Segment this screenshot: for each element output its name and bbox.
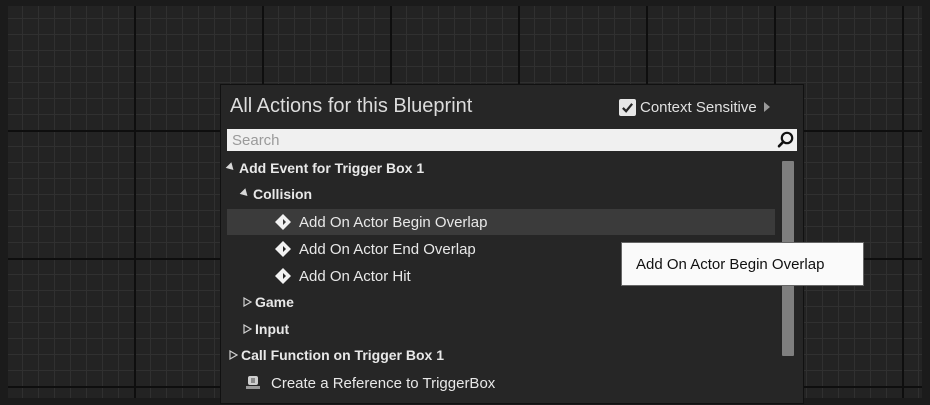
search-placeholder: Search xyxy=(232,131,280,149)
event-diamond-icon xyxy=(275,214,291,230)
expanded-arrow-icon[interactable] xyxy=(239,187,251,199)
check-icon xyxy=(622,102,634,113)
tree-item-label: Add On Actor Begin Overlap xyxy=(299,213,488,231)
collapsed-arrow-icon[interactable] xyxy=(229,350,238,360)
tree-item-label: Create a Reference to TriggerBox xyxy=(271,374,496,392)
tree-category-label: Input xyxy=(255,321,290,337)
tree-group-add-event[interactable]: Add Event for Trigger Box 1 xyxy=(225,155,425,181)
collapsed-arrow-icon[interactable] xyxy=(243,324,252,334)
tree-group-label: Call Function on Trigger Box 1 xyxy=(241,347,445,363)
context-sensitive-toggle[interactable]: Context Sensitive xyxy=(619,97,770,117)
tree-category-label: Game xyxy=(255,294,294,310)
menu-title: All Actions for this Blueprint xyxy=(230,95,473,117)
tooltip-text: Add On Actor Begin Overlap xyxy=(636,255,825,273)
collapsed-arrow-icon[interactable] xyxy=(243,297,252,307)
expanded-arrow-icon[interactable] xyxy=(225,161,237,173)
tree-group-call-function[interactable]: Call Function on Trigger Box 1 xyxy=(229,342,444,368)
tree-group-label: Add Event for Trigger Box 1 xyxy=(239,160,425,176)
event-diamond-icon xyxy=(275,268,291,284)
chevron-right-icon[interactable] xyxy=(763,102,770,112)
tree-item-hit[interactable]: Add On Actor Hit xyxy=(273,263,411,289)
tree-category-game[interactable]: Game xyxy=(243,289,294,315)
tree-category-collision[interactable]: Collision xyxy=(239,181,313,207)
tree-item-label: Add On Actor Hit xyxy=(299,267,411,285)
reference-icon xyxy=(246,376,260,389)
tree-item-create-reference[interactable]: Create a Reference to TriggerBox xyxy=(245,370,495,396)
search-input[interactable]: Search xyxy=(227,129,797,151)
tree-item-begin-overlap[interactable]: Add On Actor Begin Overlap xyxy=(227,209,775,235)
event-diamond-icon xyxy=(275,241,291,257)
tree-category-input[interactable]: Input xyxy=(243,316,289,342)
tree-item-label: Add On Actor End Overlap xyxy=(299,240,476,258)
context-sensitive-label: Context Sensitive xyxy=(640,98,757,116)
tree-category-label: Collision xyxy=(253,186,313,202)
search-icon[interactable] xyxy=(777,131,795,149)
context-sensitive-checkbox[interactable] xyxy=(619,98,636,116)
tooltip: Add On Actor Begin Overlap xyxy=(621,242,864,286)
tree-item-end-overlap[interactable]: Add On Actor End Overlap xyxy=(273,236,476,262)
